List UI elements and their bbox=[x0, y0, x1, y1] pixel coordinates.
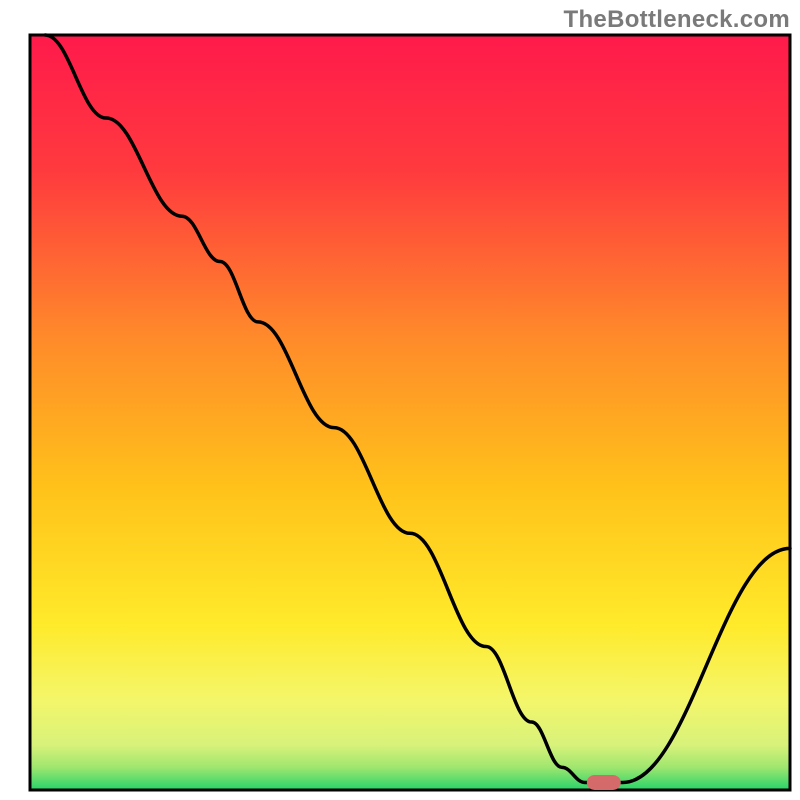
chart-canvas: TheBottleneck.com bbox=[0, 0, 800, 800]
chart-svg bbox=[0, 0, 800, 800]
gradient-fill bbox=[30, 35, 790, 790]
min-marker bbox=[587, 775, 621, 790]
